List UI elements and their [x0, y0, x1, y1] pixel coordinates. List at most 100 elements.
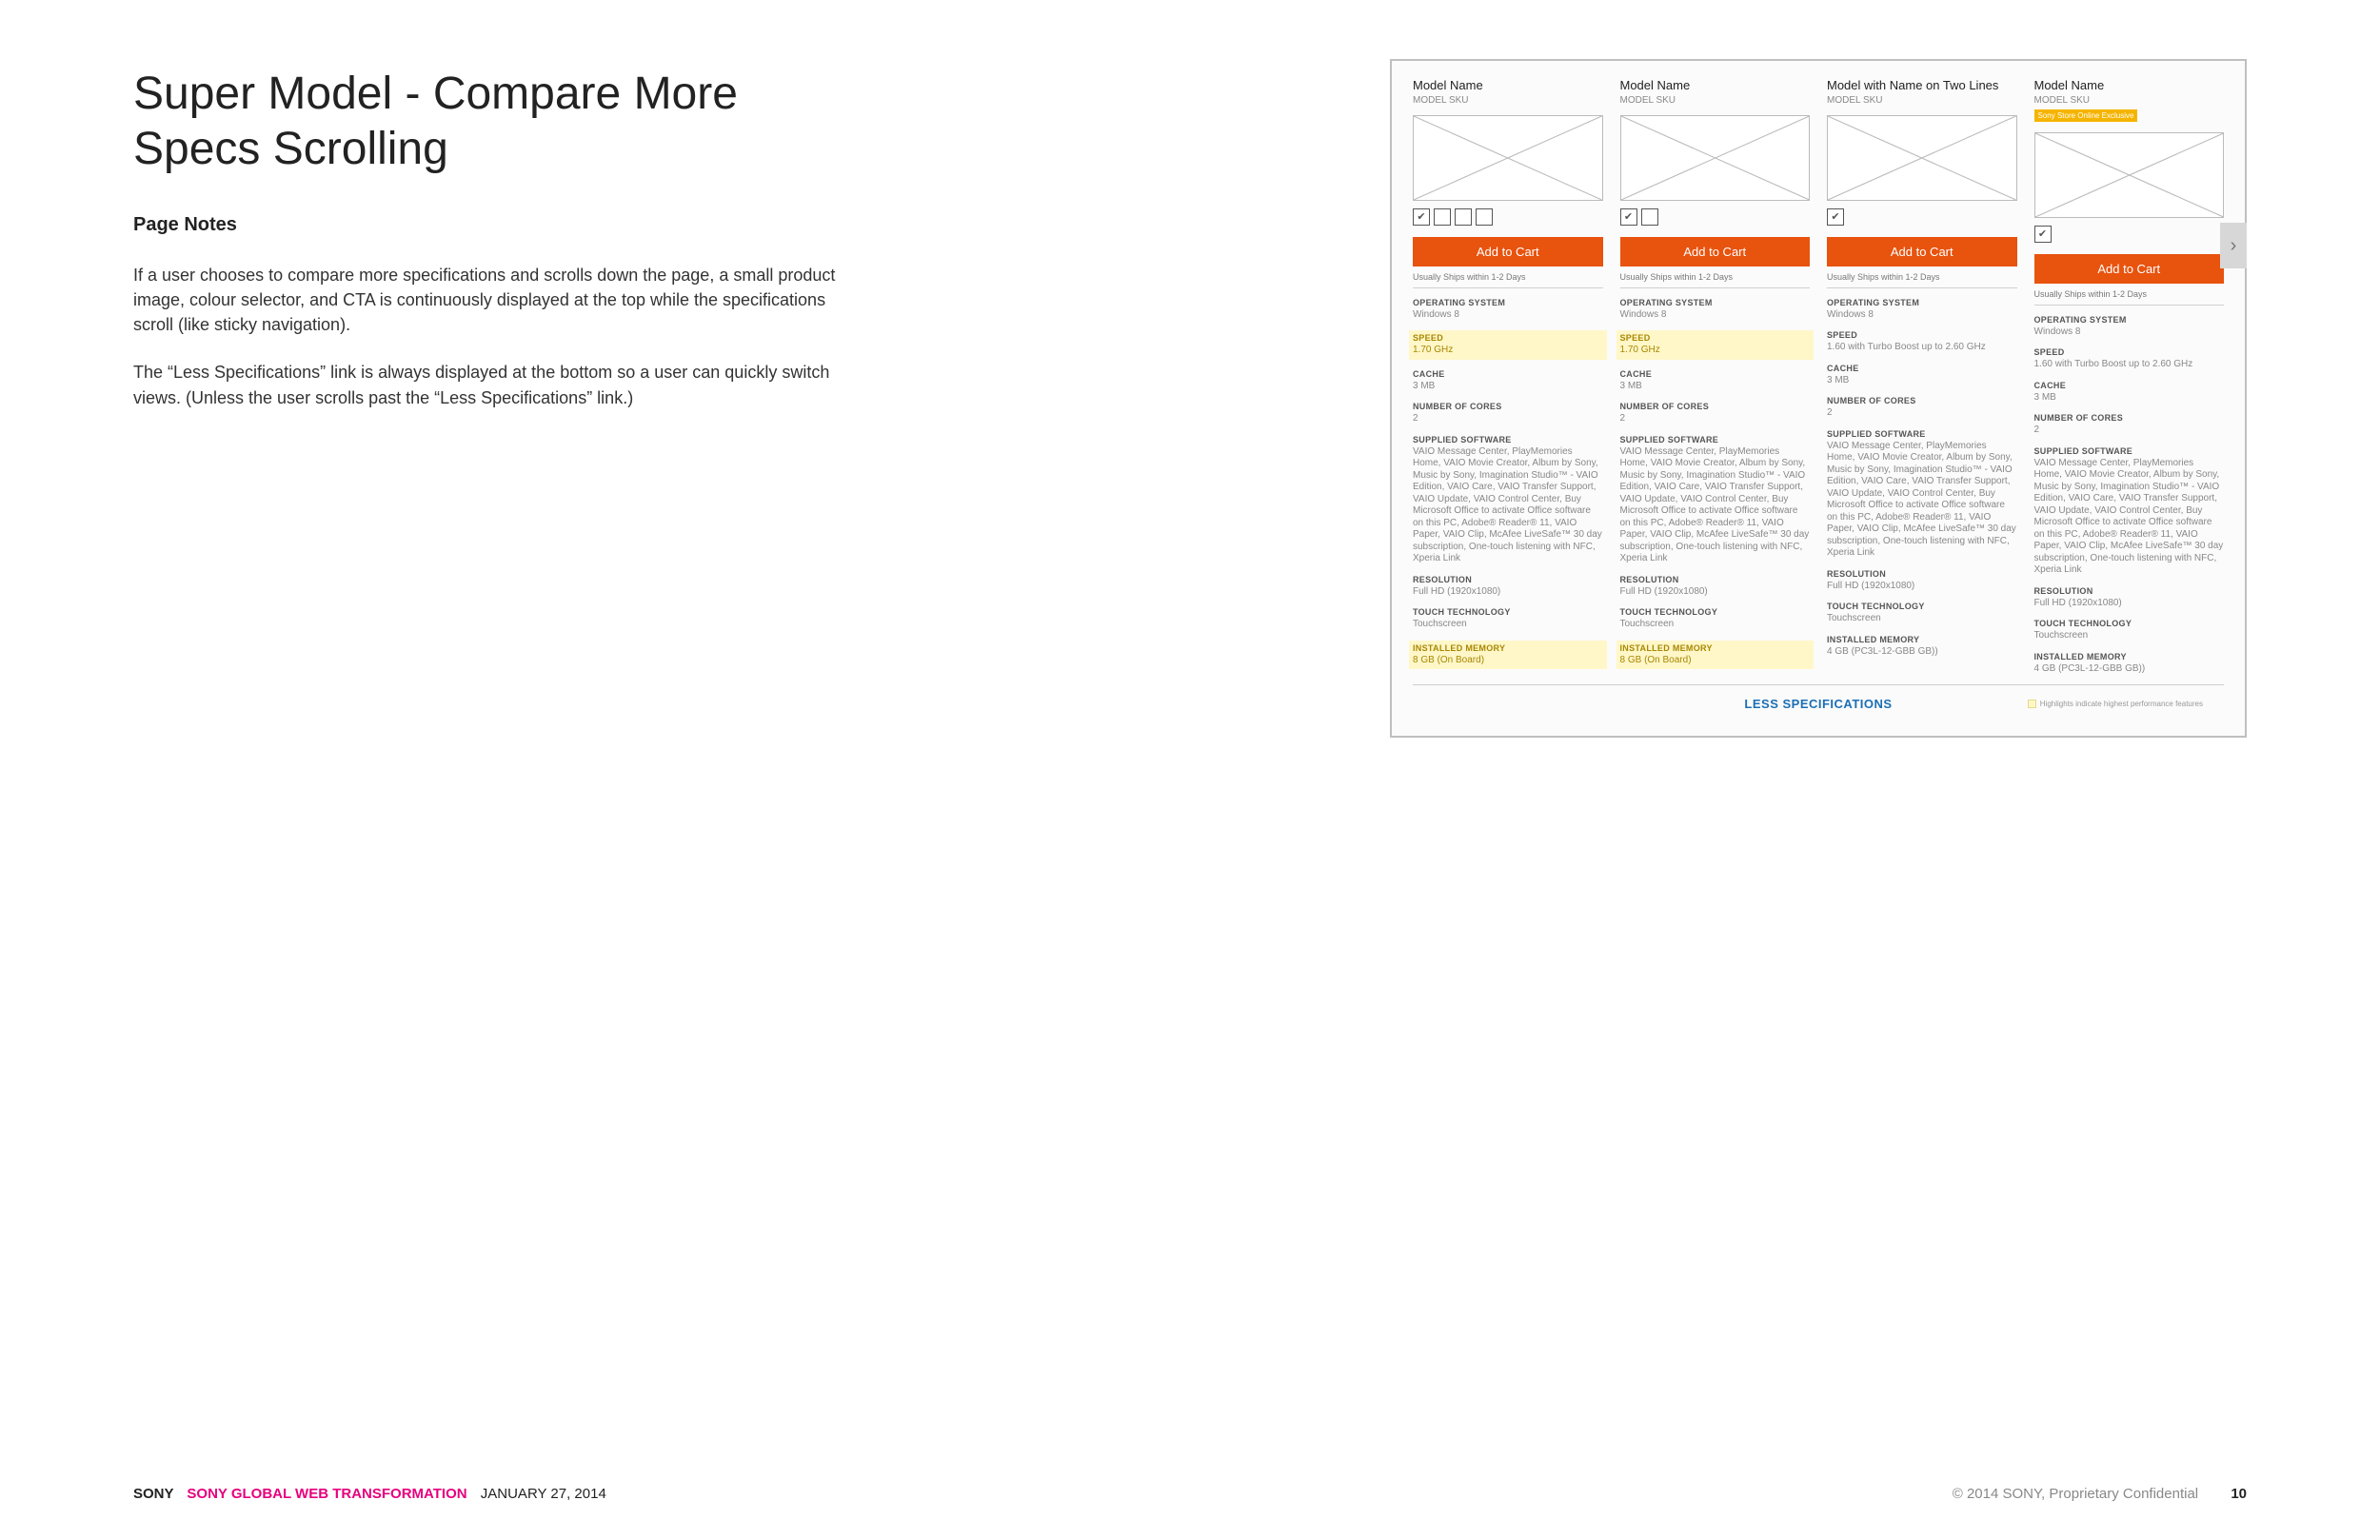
spec-value: 1.60 with Turbo Boost up to 2.60 GHz	[2034, 359, 2225, 371]
spec-value: Windows 8	[1413, 309, 1603, 322]
spec-value: 3 MB	[1413, 381, 1603, 393]
spec-value: 2	[1413, 413, 1603, 425]
spec-label: RESOLUTION	[1620, 575, 1811, 584]
spec-value: 2	[2034, 424, 2225, 437]
product-thumbnail[interactable]	[1620, 115, 1811, 201]
color-swatch[interactable]	[1413, 208, 1430, 226]
spec-cores: NUMBER OF CORES 2	[1413, 402, 1603, 425]
shipping-text: Usually Ships within 1-2 Days	[2034, 289, 2225, 306]
spec-software: SUPPLIED SOFTWARE VAIO Message Center, P…	[1827, 429, 2017, 560]
spec-touch: TOUCH TECHNOLOGY Touchscreen	[2034, 619, 2225, 642]
page-title: Super Model - Compare More Specs Scrolli…	[133, 67, 857, 176]
spec-touch: TOUCH TECHNOLOGY Touchscreen	[1620, 607, 1811, 631]
color-swatch[interactable]	[1455, 208, 1472, 226]
spec-cores: NUMBER OF CORES 2	[1620, 402, 1811, 425]
spec-resolution: RESOLUTION Full HD (1920x1080)	[1620, 575, 1811, 599]
spec-value: 2	[1620, 413, 1811, 425]
spec-value: Windows 8	[1620, 309, 1811, 322]
color-swatches	[1827, 208, 2017, 226]
model-name: Model Name	[1413, 78, 1603, 93]
product-thumbnail[interactable]	[1413, 115, 1603, 201]
model-sku: MODEL SKU	[2034, 95, 2225, 106]
color-swatch[interactable]	[1641, 208, 1658, 226]
spec-value: 2	[1827, 407, 2017, 420]
spec-label: RESOLUTION	[1827, 569, 2017, 579]
spec-label: SPEED	[1413, 333, 1603, 343]
product-thumbnail[interactable]	[1827, 115, 2017, 201]
spec-value: Full HD (1920x1080)	[1620, 586, 1811, 599]
footer-copyright: © 2014 SONY, Proprietary Confidential	[1953, 1486, 2198, 1502]
spec-value: 1.70 GHz	[1620, 345, 1811, 357]
spec-cache: CACHE 3 MB	[1413, 369, 1603, 393]
exclusive-badge: Sony Store Online Exclusive	[2034, 109, 2138, 122]
spec-memory: INSTALLED MEMORY 4 GB (PC3L-12-GBB GB))	[2034, 652, 2225, 676]
notes-heading: Page Notes	[133, 214, 857, 236]
spec-speed: SPEED 1.70 GHz	[1409, 330, 1607, 360]
spec-value: 3 MB	[1827, 375, 2017, 387]
spec-label: SUPPLIED SOFTWARE	[1827, 429, 2017, 439]
spec-label: SUPPLIED SOFTWARE	[2034, 446, 2225, 456]
compare-column: Model NameMODEL SKUSony Store Online Exc…	[2034, 78, 2225, 675]
spec-value: Touchscreen	[2034, 630, 2225, 642]
spec-operating-system: OPERATING SYSTEM Windows 8	[1827, 298, 2017, 322]
spec-label: INSTALLED MEMORY	[1620, 643, 1811, 653]
model-name: Model with Name on Two Lines	[1827, 78, 2017, 93]
spec-speed: SPEED 1.60 with Turbo Boost up to 2.60 G…	[1827, 330, 2017, 354]
spec-operating-system: OPERATING SYSTEM Windows 8	[1620, 298, 1811, 322]
spec-label: CACHE	[1827, 364, 2017, 373]
legend-text: Highlights indicate highest performance …	[2040, 700, 2203, 708]
color-swatch[interactable]	[2034, 226, 2052, 243]
spec-cache: CACHE 3 MB	[2034, 381, 2225, 405]
model-sku: MODEL SKU	[1413, 95, 1603, 106]
add-to-cart-button[interactable]: Add to Cart	[1620, 237, 1811, 267]
spec-value: 3 MB	[2034, 392, 2225, 405]
footer-project: SONY GLOBAL WEB TRANSFORMATION	[187, 1486, 466, 1502]
spec-label: TOUCH TECHNOLOGY	[1620, 607, 1811, 617]
spec-label: SPEED	[1620, 333, 1811, 343]
spec-label: NUMBER OF CORES	[1827, 396, 2017, 405]
spec-label: RESOLUTION	[1413, 575, 1603, 584]
model-sku: MODEL SKU	[1827, 95, 2017, 106]
spec-operating-system: OPERATING SYSTEM Windows 8	[1413, 298, 1603, 322]
color-swatch[interactable]	[1827, 208, 1844, 226]
highlight-legend: Highlights indicate highest performance …	[2028, 700, 2203, 708]
spec-label: SPEED	[1827, 330, 2017, 340]
carousel-next-button[interactable]: ›	[2220, 223, 2247, 268]
legend-swatch-icon	[2028, 700, 2036, 708]
spec-touch: TOUCH TECHNOLOGY Touchscreen	[1827, 602, 2017, 625]
spec-resolution: RESOLUTION Full HD (1920x1080)	[2034, 586, 2225, 610]
footer-brand: SONY	[133, 1486, 173, 1502]
spec-label: RESOLUTION	[2034, 586, 2225, 596]
footer-page-number: 10	[2231, 1486, 2247, 1502]
shipping-text: Usually Ships within 1-2 Days	[1827, 272, 2017, 288]
spec-label: INSTALLED MEMORY	[2034, 652, 2225, 661]
less-specifications-link[interactable]: LESS SPECIFICATIONS	[1744, 697, 1892, 711]
spec-label: NUMBER OF CORES	[1620, 402, 1811, 411]
spec-label: TOUCH TECHNOLOGY	[1413, 607, 1603, 617]
product-thumbnail[interactable]	[2034, 132, 2225, 218]
color-swatch[interactable]	[1620, 208, 1637, 226]
color-swatch[interactable]	[1434, 208, 1451, 226]
spec-value: Full HD (1920x1080)	[2034, 598, 2225, 610]
spec-label: CACHE	[2034, 381, 2225, 390]
spec-value: Windows 8	[1827, 309, 2017, 322]
add-to-cart-button[interactable]: Add to Cart	[1413, 237, 1603, 267]
spec-value: Windows 8	[2034, 326, 2225, 339]
spec-label: NUMBER OF CORES	[1413, 402, 1603, 411]
spec-label: TOUCH TECHNOLOGY	[1827, 602, 2017, 611]
spec-memory: INSTALLED MEMORY 4 GB (PC3L-12-GBB GB))	[1827, 635, 2017, 659]
color-swatch[interactable]	[1476, 208, 1493, 226]
spec-software: SUPPLIED SOFTWARE VAIO Message Center, P…	[2034, 446, 2225, 577]
spec-cache: CACHE 3 MB	[1827, 364, 2017, 387]
spec-label: OPERATING SYSTEM	[1620, 298, 1811, 307]
spec-value: Touchscreen	[1413, 619, 1603, 631]
spec-label: INSTALLED MEMORY	[1827, 635, 2017, 644]
add-to-cart-button[interactable]: Add to Cart	[1827, 237, 2017, 267]
wireframe-panel: › Model Name MODEL SKU Add to Cart Usually …	[1390, 59, 2247, 738]
spec-label: SUPPLIED SOFTWARE	[1620, 435, 1811, 444]
add-to-cart-button[interactable]: Add to Cart	[2034, 254, 2225, 284]
color-swatches	[2034, 226, 2225, 243]
spec-memory: INSTALLED MEMORY 8 GB (On Board)	[1616, 641, 1815, 670]
spec-label: OPERATING SYSTEM	[1413, 298, 1603, 307]
color-swatches	[1413, 208, 1603, 226]
